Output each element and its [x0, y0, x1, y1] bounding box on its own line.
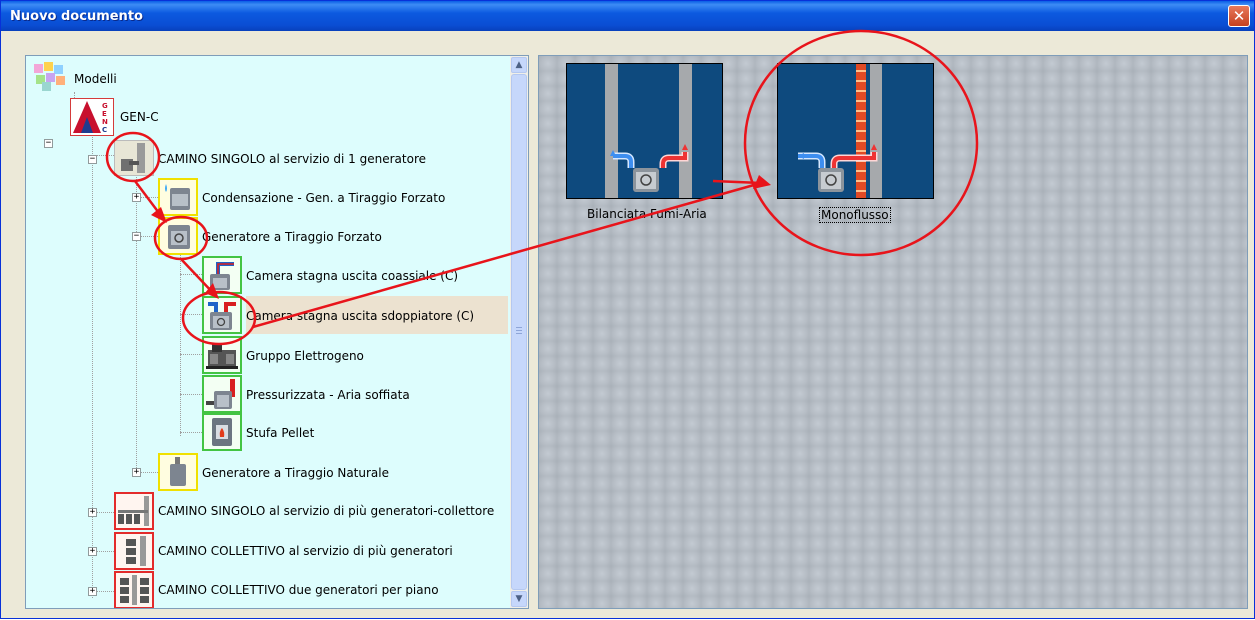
scroll-down-button[interactable]: ▼ — [511, 591, 527, 607]
balanced-flue-air-icon — [605, 64, 692, 198]
close-icon: ✕ — [1232, 7, 1246, 25]
tree-label: Stufa Pellet — [246, 426, 315, 440]
expand-toggle[interactable]: + — [132, 193, 141, 202]
tree-label: CAMINO SINGOLO al servizio di 1 generato… — [158, 152, 426, 166]
tree-item-pressurizzata[interactable]: Pressurizzata - Aria soffiata — [202, 375, 462, 413]
svg-text:C: C — [102, 126, 107, 134]
pellet-stove-icon — [202, 413, 242, 451]
svg-text:G: G — [102, 102, 108, 110]
collapse-toggle[interactable]: − — [88, 155, 97, 164]
template-gallery[interactable]: Bilanciata Fumi-Aria Monoflusso — [538, 55, 1248, 609]
tree-item-generatore-naturale[interactable]: Generatore a Tiraggio Naturale — [158, 453, 438, 491]
chevron-up-icon: ▲ — [515, 60, 523, 70]
pressurized-icon — [202, 375, 242, 413]
scroll-thumb[interactable] — [511, 74, 527, 590]
scroll-up-button[interactable]: ▲ — [511, 57, 527, 73]
tree-item-stufa-pellet[interactable]: Stufa Pellet — [202, 413, 402, 451]
tree-label: CAMINO COLLETTIVO due generatori per pia… — [158, 583, 439, 597]
grip-line — [516, 330, 522, 331]
chevron-down-icon: ▼ — [515, 594, 523, 604]
grip-line — [516, 327, 522, 328]
tree-label: Pressurizzata - Aria soffiata — [246, 388, 410, 402]
forced-draft-generator-icon — [158, 217, 198, 255]
tree-item-generatore-forzato[interactable]: Generatore a Tiraggio Forzato — [158, 217, 418, 255]
tree-label: GEN-C — [120, 110, 159, 124]
title-bar[interactable]: Nuovo documento ✕ — [1, 1, 1254, 31]
tree-item-camino-singolo-collettore[interactable]: CAMINO SINGOLO al servizio di più genera… — [114, 492, 528, 530]
tree-label: Modelli — [74, 72, 117, 86]
chimney-collector-icon — [114, 492, 154, 530]
tree-scrollbar[interactable]: ▲ ▼ — [510, 56, 528, 608]
tree-item-gruppo-elettrogeno[interactable]: Gruppo Elettrogeno — [202, 336, 442, 374]
gallery-item-bilanciata[interactable] — [566, 63, 723, 199]
gallery-item-label: Bilanciata Fumi-Aria — [587, 207, 707, 221]
window-title: Nuovo documento — [10, 9, 143, 24]
tree-line — [136, 164, 137, 476]
tree-line — [180, 394, 202, 395]
natural-draft-generator-icon — [158, 453, 198, 491]
collapse-toggle[interactable]: − — [132, 232, 141, 241]
tree-item-camino-collettivo-due[interactable]: CAMINO COLLETTIVO due generatori per pia… — [114, 571, 494, 608]
template-tree[interactable]: Modelli − G E N C GEN-C − CAMINO SINGOLO… — [25, 55, 529, 609]
tree-label: Condensazione - Gen. a Tiraggio Forzato — [202, 191, 446, 205]
collective-chimney-icon — [114, 532, 154, 570]
tree-item-gen-c[interactable]: G E N C GEN-C — [70, 98, 190, 136]
gallery-item-monoflusso[interactable] — [777, 63, 934, 199]
tree-item-camera-sdoppiatore[interactable]: Camera stagna uscita sdoppiatore (C) — [202, 296, 512, 334]
tree-label: CAMINO COLLETTIVO al servizio di più gen… — [158, 544, 453, 558]
new-document-dialog: Nuovo documento ✕ Modelli − G E N C GEN-… — [0, 0, 1255, 619]
tree-label: Camera stagna uscita coassiale (C) — [246, 269, 459, 283]
tree-line — [92, 128, 93, 598]
close-button[interactable]: ✕ — [1228, 5, 1250, 27]
svg-text:E: E — [102, 110, 107, 118]
expand-toggle[interactable]: + — [88, 587, 97, 596]
tree-line — [180, 432, 202, 433]
condensing-boiler-icon — [158, 178, 198, 216]
tree-label: Generatore a Tiraggio Naturale — [202, 466, 389, 480]
tree-line — [180, 274, 202, 275]
tree-item-camino-singolo-1[interactable]: CAMINO SINGOLO al servizio di 1 generato… — [114, 140, 444, 176]
coaxial-outlet-icon — [202, 256, 242, 294]
models-palette-icon — [32, 62, 68, 92]
gallery-item-label: Monoflusso — [819, 207, 891, 223]
tree-item-camino-collettivo[interactable]: CAMINO COLLETTIVO al servizio di più gen… — [114, 532, 494, 570]
collective-chimney-double-icon — [114, 571, 154, 608]
expand-toggle[interactable]: + — [132, 468, 141, 477]
tree-label: CAMINO SINGOLO al servizio di più genera… — [158, 504, 495, 518]
tree-item-modelli[interactable]: Modelli — [32, 62, 232, 94]
tree-label: Generatore a Tiraggio Forzato — [202, 230, 382, 244]
generator-set-icon — [202, 336, 242, 374]
split-outlet-icon — [202, 296, 242, 334]
tree-item-camera-coassiale[interactable]: Camera stagna uscita coassiale (C) — [202, 256, 502, 294]
single-flow-icon — [798, 64, 882, 198]
tree-label: Camera stagna uscita sdoppiatore (C) — [246, 309, 475, 323]
expand-toggle[interactable]: + — [88, 508, 97, 517]
grip-line — [516, 333, 522, 334]
tree-line — [180, 314, 202, 315]
tree-label: Gruppo Elettrogeno — [246, 349, 364, 363]
expand-toggle[interactable]: + — [88, 547, 97, 556]
tree-line — [180, 354, 202, 355]
tree-item-condensazione[interactable]: Condensazione - Gen. a Tiraggio Forzato — [158, 178, 458, 216]
gen-c-logo-icon: G E N C — [70, 98, 114, 136]
svg-text:N: N — [102, 118, 108, 126]
chimney-single-icon — [114, 140, 154, 176]
collapse-toggle[interactable]: − — [44, 139, 53, 148]
